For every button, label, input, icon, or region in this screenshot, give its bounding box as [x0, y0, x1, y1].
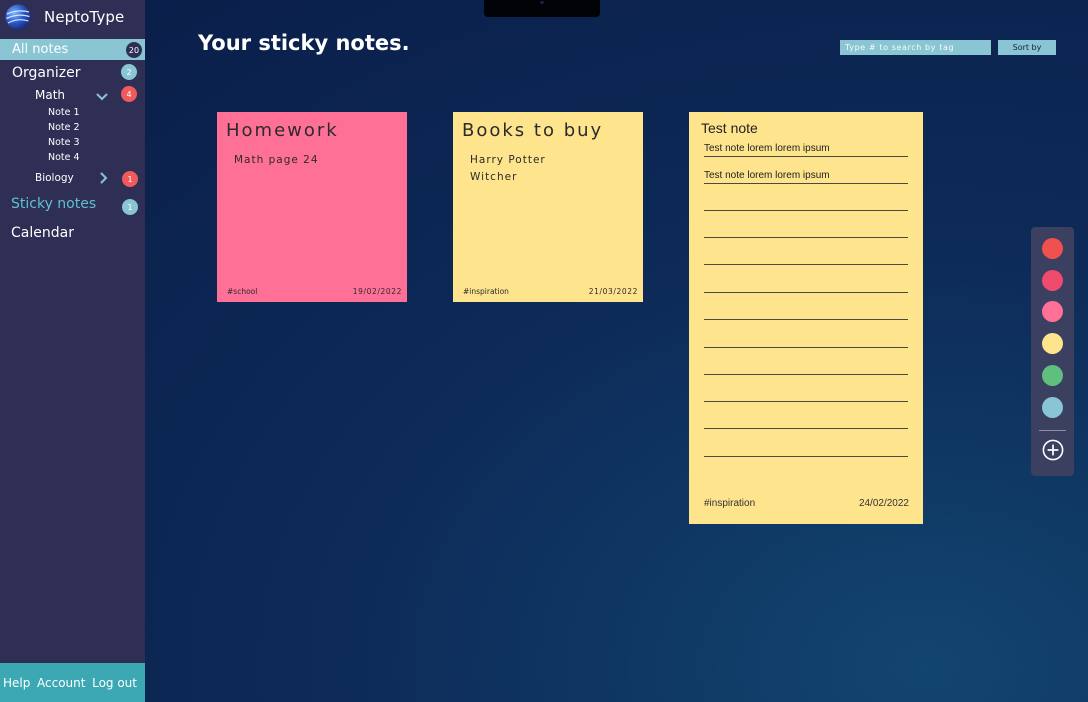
note-date: 21/03/2022	[588, 287, 638, 296]
ruled-line	[704, 292, 908, 293]
ruled-line	[704, 183, 908, 184]
note-date: 19/02/2022	[352, 287, 402, 296]
note-title: Homework	[226, 120, 339, 141]
ruled-line	[704, 428, 908, 429]
logout-link[interactable]: Log out	[92, 676, 137, 690]
page-title: Your sticky notes.	[198, 31, 410, 55]
ruled-line	[704, 374, 908, 375]
ruled-line	[704, 264, 908, 265]
sticky-note-editor[interactable]: Test note Test note lorem lorem ipsum Te…	[689, 112, 923, 524]
note-tag[interactable]: #inspiration	[463, 287, 509, 296]
ruled-line	[704, 401, 908, 402]
camera-notch	[484, 0, 600, 17]
color-swatch-yellow[interactable]	[1042, 333, 1063, 354]
note-tag[interactable]: #inspiration	[704, 498, 755, 509]
ruled-line	[704, 456, 908, 457]
sidebar-item-label: All notes	[12, 42, 69, 57]
note-date: 24/02/2022	[858, 498, 909, 509]
note-body: Math page 24	[234, 152, 319, 169]
note-tag[interactable]: #school	[227, 287, 257, 296]
ruled-line	[704, 319, 908, 320]
ruled-line	[704, 347, 908, 348]
note-title: Books to buy	[462, 120, 604, 141]
sidebar-note-link[interactable]: Note 2	[48, 122, 80, 133]
count-badge: 4	[121, 86, 137, 102]
app-name: NeptoType	[44, 8, 125, 26]
sticky-note[interactable]: Books to buy Harry Potter Witcher #inspi…	[453, 112, 643, 302]
ruled-line	[704, 156, 908, 157]
note-title[interactable]: Test note	[701, 120, 758, 136]
chevron-right-icon[interactable]	[97, 171, 111, 185]
color-swatch-green[interactable]	[1042, 365, 1063, 386]
help-link[interactable]: Help	[3, 676, 30, 690]
sidebar-item-all-notes[interactable]: All notes 20	[0, 39, 145, 60]
sidebar-footer: Help Account Log out	[0, 663, 145, 702]
sort-button[interactable]: Sort by	[998, 40, 1056, 55]
sidebar-note-link[interactable]: Note 4	[48, 152, 80, 163]
ruled-line	[704, 210, 908, 211]
note-line[interactable]: Test note lorem lorem ipsum	[704, 170, 830, 181]
app-logo[interactable]: NeptoType	[4, 3, 124, 31]
sidebar-item-calendar[interactable]: Calendar	[11, 225, 74, 241]
sidebar: NeptoType All notes 20 Organizer 2 Math …	[0, 0, 145, 702]
sidebar-item-math[interactable]: Math	[35, 88, 65, 102]
count-badge: 2	[121, 64, 137, 80]
count-badge: 1	[122, 171, 138, 187]
account-link[interactable]: Account	[37, 676, 85, 690]
tag-search-input[interactable]	[840, 40, 991, 55]
ruled-line	[704, 237, 908, 238]
note-line[interactable]: Test note lorem lorem ipsum	[704, 143, 830, 154]
sidebar-item-organizer[interactable]: Organizer	[12, 65, 80, 81]
color-swatch-red[interactable]	[1042, 238, 1063, 259]
note-line: Harry Potter	[470, 154, 546, 166]
note-line: Witcher	[470, 171, 518, 183]
count-badge: 1	[122, 199, 138, 215]
color-swatch-crimson[interactable]	[1042, 270, 1063, 291]
globe-logo-icon	[5, 4, 31, 30]
color-swatch-pink[interactable]	[1042, 301, 1063, 322]
plus-circle-icon[interactable]	[1042, 439, 1064, 461]
palette-divider	[1039, 430, 1066, 431]
sticky-note[interactable]: Homework Math page 24 #school 19/02/2022	[217, 112, 407, 302]
count-badge: 20	[126, 42, 142, 58]
color-palette	[1031, 227, 1074, 476]
sidebar-note-link[interactable]: Note 3	[48, 137, 80, 148]
sidebar-item-biology[interactable]: Biology	[35, 172, 74, 184]
sidebar-item-sticky-notes[interactable]: Sticky notes	[11, 196, 96, 212]
chevron-down-icon[interactable]	[95, 90, 109, 104]
sidebar-note-link[interactable]: Note 1	[48, 107, 80, 118]
color-swatch-blue[interactable]	[1042, 397, 1063, 418]
note-line: Math page 24	[234, 154, 319, 166]
note-body: Harry Potter Witcher	[470, 152, 546, 186]
